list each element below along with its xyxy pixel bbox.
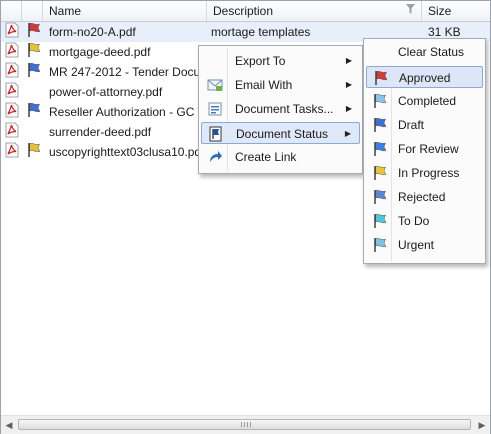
menu-item-label: Completed [398,94,457,108]
pdf-file-icon [4,122,20,142]
file-name: MR 247-2012 - Tender Docum... [49,65,201,79]
scroll-left-icon[interactable]: ◀ [1,416,17,434]
file-name: mortgage-deed.pdf [49,45,151,59]
cyan-flag-icon [372,213,388,229]
menu-item-in-progress[interactable]: In Progress [366,162,483,184]
pdf-file-icon [4,22,20,42]
menu-item-to-do[interactable]: To Do [366,210,483,232]
grip-icon [241,422,251,427]
document-status-icon [209,126,222,142]
menu-item-for-review[interactable]: For Review [366,138,483,160]
blue-flag-icon [372,141,388,157]
scroll-right-icon[interactable]: ▶ [474,416,490,434]
blue-flag-icon [372,189,388,205]
menu-item-urgent[interactable]: Urgent [366,234,483,256]
light-blue-flag-icon [372,237,388,253]
submenu-arrow-icon: ▶ [344,129,351,138]
yellow-flag-icon[interactable] [26,42,42,62]
menu-item-label: Draft [398,118,425,132]
red-flag-icon [373,70,389,86]
menu-item-approved[interactable]: Approved [366,66,483,88]
blue-flag-icon[interactable] [26,62,42,82]
file-name: form-no20-A.pdf [49,25,136,39]
menu-item-label: Document Tasks... [235,102,334,116]
file-name: surrender-deed.pdf [49,125,152,139]
menu-item-email-with[interactable]: Email With ▶ [201,74,360,96]
email-icon [207,79,223,91]
pdf-file-icon [4,42,20,62]
file-name: uscopyrighttext03clusa10.pdf [49,145,201,159]
blue-flag-icon [372,117,388,133]
column-description[interactable]: Description [207,1,422,21]
submenu-arrow-icon: ▶ [345,104,352,113]
menu-item-label: In Progress [398,166,460,180]
pdf-file-icon [4,82,20,102]
submenu-arrow-icon: ▶ [345,80,352,89]
scrollbar-thumb[interactable] [18,419,471,430]
column-name[interactable]: Name [43,1,207,21]
column-description-label: Description [213,4,274,18]
menu-item-label: For Review [398,142,459,156]
document-tasks-icon [208,102,222,116]
menu-item-completed[interactable]: Completed [366,90,483,112]
column-size[interactable]: Size [422,1,490,21]
menu-item-label: Export To [235,54,286,68]
create-link-icon [210,151,222,162]
menu-item-document-tasks[interactable]: Document Tasks... ▶ [201,98,360,120]
menu-item-label: Urgent [398,238,435,252]
menu-item-export-to[interactable]: Export To ▶ [201,50,360,72]
column-icon[interactable] [1,1,22,21]
menu-item-create-link[interactable]: Create Link [201,146,360,168]
horizontal-scrollbar[interactable]: ◀ ▶ [1,415,490,434]
menu-item-label: Email With [235,78,293,92]
context-menu: Export To ▶ Email With ▶ Document Tasks.… [198,45,363,174]
no-flag[interactable] [26,122,42,142]
no-flag[interactable] [26,82,42,102]
menu-item-label: Approved [399,71,451,85]
menu-item-label: Document Status [236,127,329,141]
filter-icon[interactable] [406,4,415,14]
menu-item-document-status[interactable]: Document Status ▶ [201,122,360,144]
blue-flag-icon[interactable] [26,102,42,122]
red-flag-icon[interactable] [26,22,42,42]
menu-item-label: Rejected [398,190,446,204]
column-flag[interactable] [22,1,43,21]
menu-item-label: To Do [398,214,430,228]
yellow-flag-icon[interactable] [26,142,42,162]
column-size-label: Size [428,4,452,18]
yellow-flag-icon [372,165,388,181]
column-name-label: Name [49,4,82,18]
menu-item-draft[interactable]: Draft [366,114,483,136]
menu-item-clear-status[interactable]: Clear Status [366,41,483,63]
document-status-submenu: Clear Status Approved Completed Draft Fo… [363,38,486,264]
menu-item-rejected[interactable]: Rejected [366,186,483,208]
submenu-arrow-icon: ▶ [345,56,352,65]
pdf-file-icon [4,62,20,82]
column-header: Name Description Size [1,1,490,22]
pdf-file-icon [4,142,20,162]
file-name: power-of-attorney.pdf [49,85,163,99]
menu-item-label: Clear Status [398,45,465,59]
light-blue-flag-icon [372,93,388,109]
menu-item-label: Create Link [235,150,297,164]
pdf-file-icon [4,102,20,122]
file-name: Reseller Authorization - GC T... [49,105,201,119]
